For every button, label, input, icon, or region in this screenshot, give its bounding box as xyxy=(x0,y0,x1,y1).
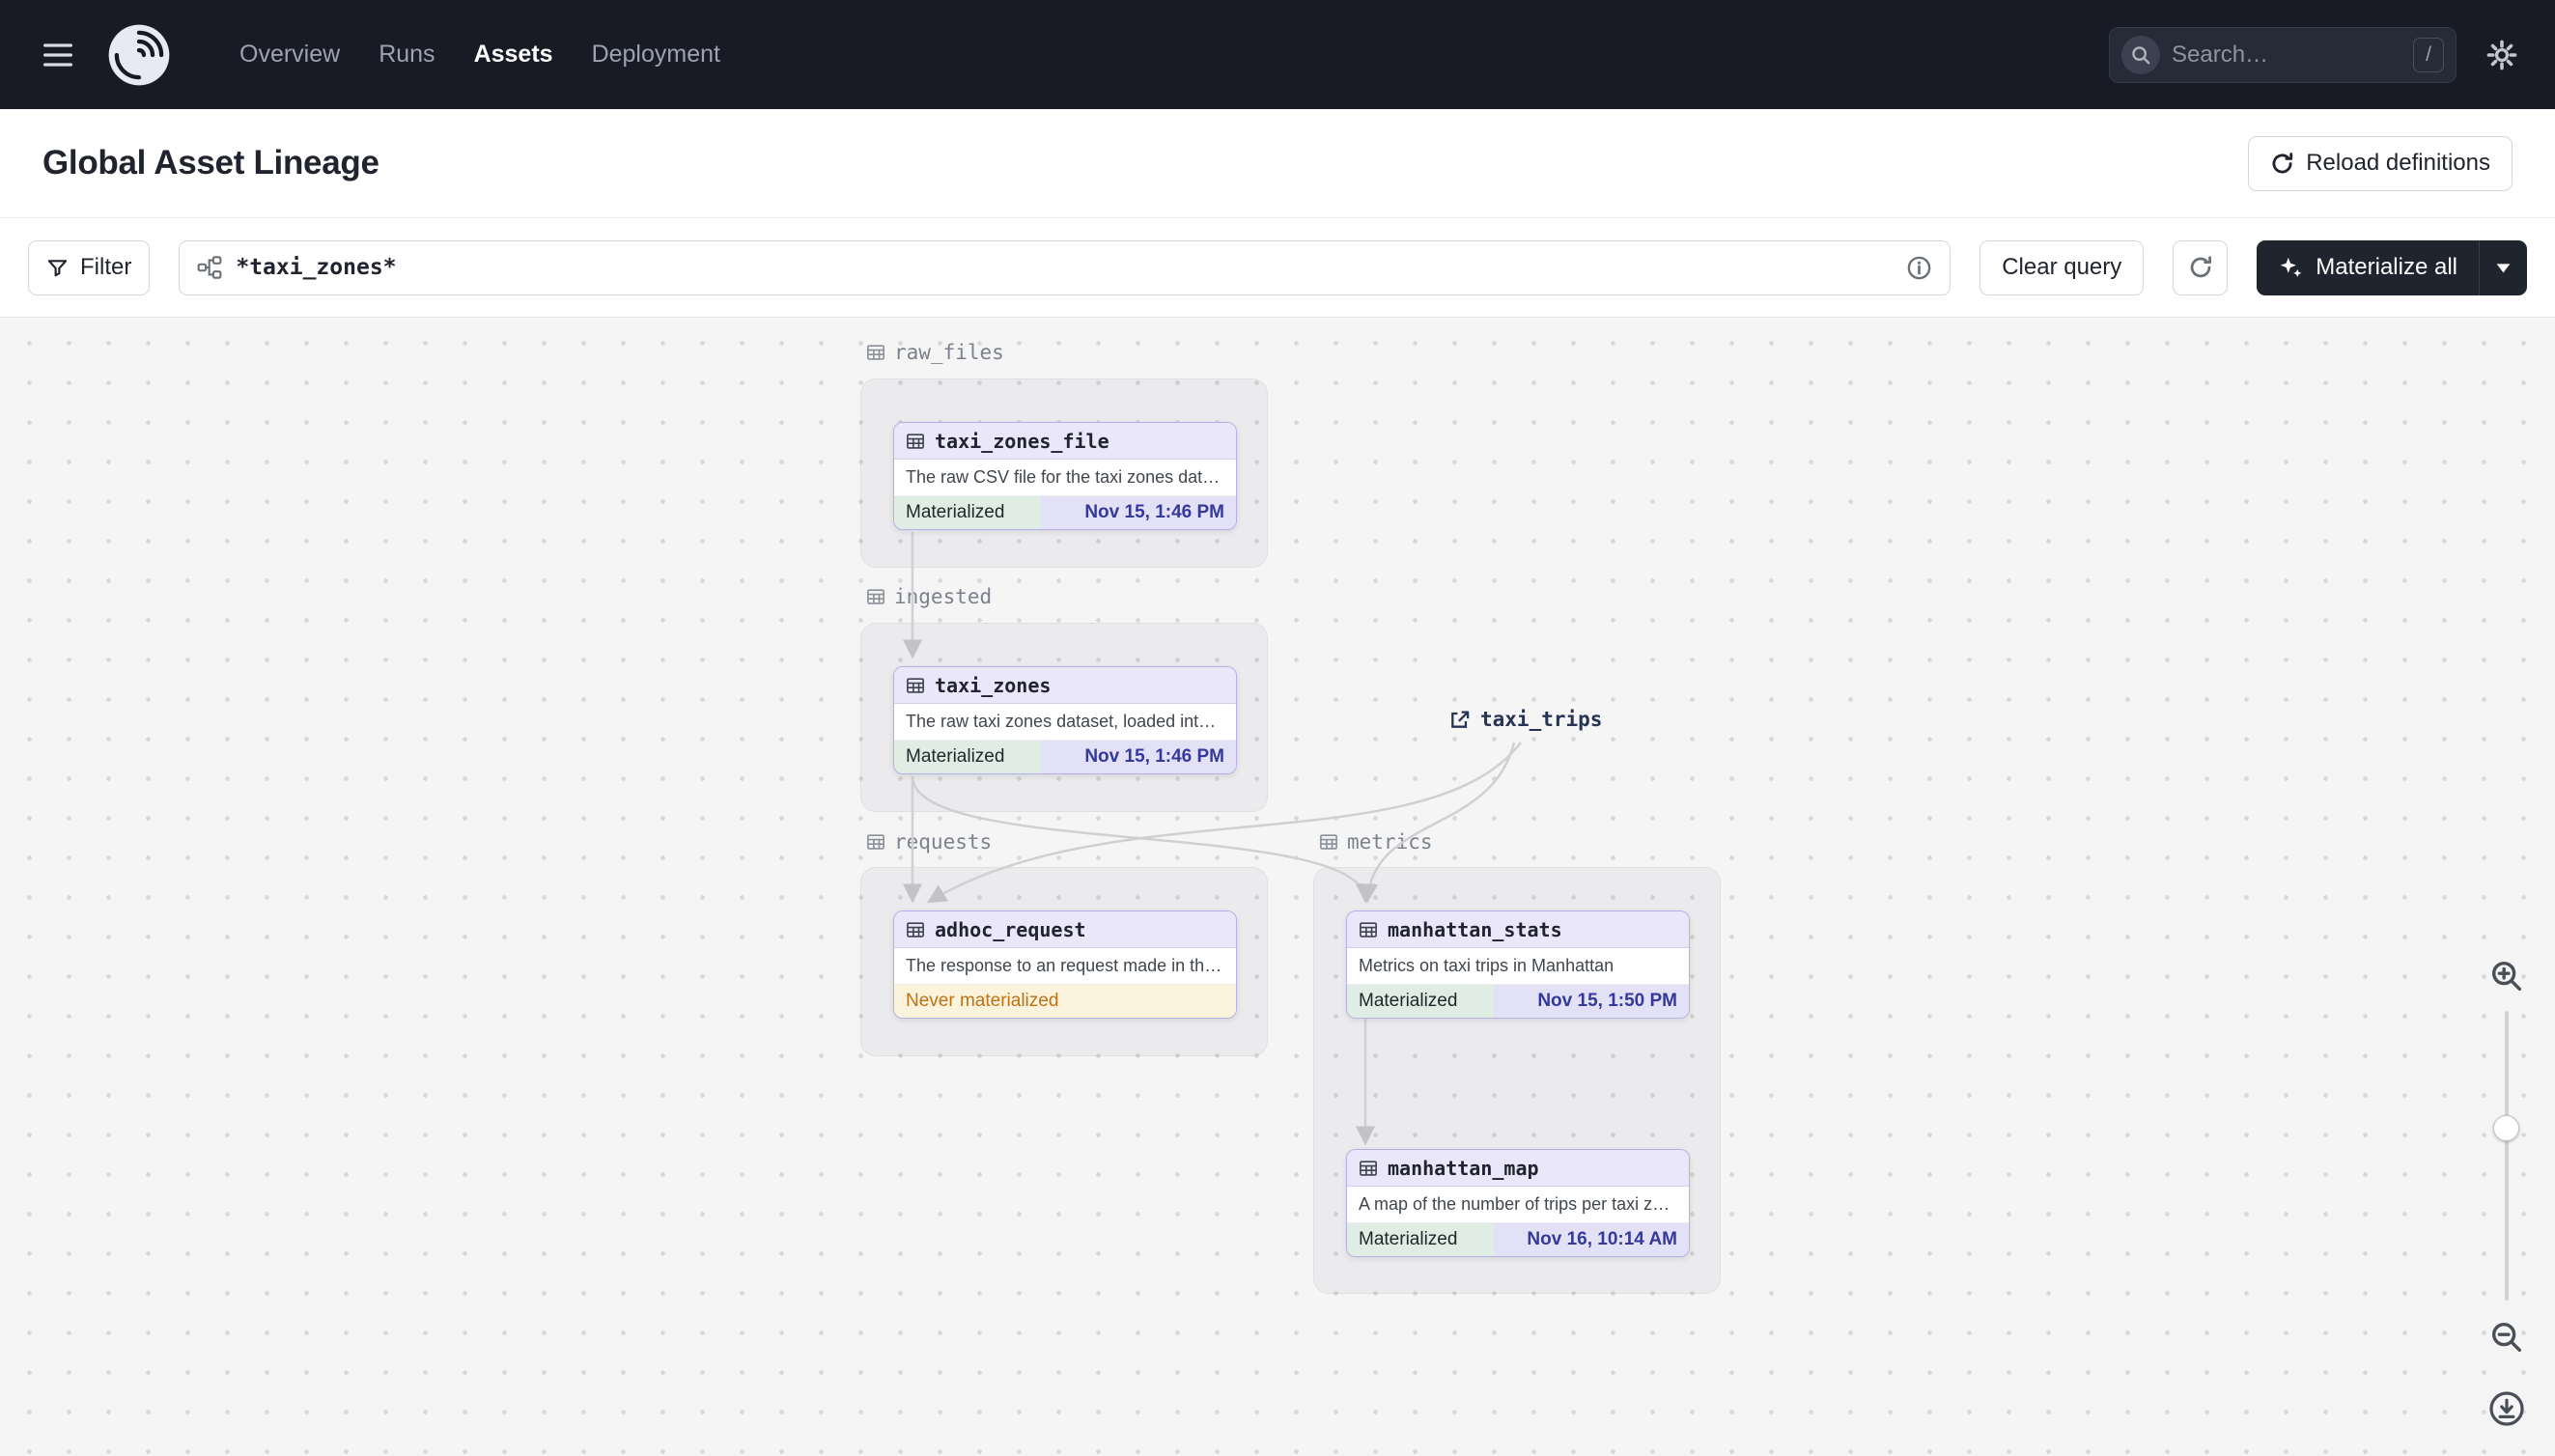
asset-node-header: manhattan_stats xyxy=(1347,911,1689,948)
asset-description: The response to an request made in th… xyxy=(906,956,1222,975)
table-icon xyxy=(866,832,885,852)
refresh-icon xyxy=(2270,152,2294,176)
filter-icon xyxy=(46,257,69,279)
asset-name: taxi_zones_file xyxy=(935,429,1109,453)
zoom-in-icon[interactable] xyxy=(2485,955,2528,997)
table-icon xyxy=(906,676,925,695)
table-icon xyxy=(866,587,885,606)
materialization-timestamp[interactable]: Nov 15, 1:46 PM xyxy=(1041,741,1236,773)
download-view-icon[interactable] xyxy=(2485,1387,2528,1430)
asset-node-header: taxi_zones_file xyxy=(894,423,1236,460)
status-badge: Materialized xyxy=(894,496,1042,529)
page-title: Global Asset Lineage xyxy=(42,144,379,182)
status-badge: Materialized xyxy=(1347,1223,1495,1256)
asset-description: The raw taxi zones dataset, loaded int… xyxy=(906,712,1217,731)
status-badge: Never materialized xyxy=(894,985,1236,1018)
reload-definitions-button[interactable]: Reload definitions xyxy=(2248,135,2513,191)
search-input[interactable] xyxy=(2172,41,2401,69)
group-label-raw-files[interactable]: raw_files xyxy=(866,341,1004,364)
nav-item-runs[interactable]: Runs xyxy=(379,41,435,69)
search-box[interactable]: / xyxy=(2109,26,2457,83)
sparkle-icon xyxy=(2278,255,2304,281)
group-name: ingested xyxy=(894,585,993,608)
materialize-all-label: Materialize all xyxy=(2316,254,2457,280)
asset-query-field[interactable] xyxy=(179,239,1951,295)
zoom-slider-thumb[interactable] xyxy=(2493,1115,2519,1141)
asset-description: Metrics on taxi trips in Manhattan xyxy=(1359,956,1614,975)
asset-node-manhattan-map[interactable]: manhattan_map A map of the number of tri… xyxy=(1346,1149,1690,1257)
asset-status-row: Never materialized xyxy=(894,984,1236,1018)
asset-name: adhoc_request xyxy=(935,917,1086,941)
info-icon[interactable] xyxy=(1906,255,1932,281)
app-root: Overview Runs Assets Deployment / Global… xyxy=(0,0,2555,1456)
asset-description: The raw CSV file for the taxi zones dat… xyxy=(906,467,1221,487)
group-label-requests[interactable]: requests xyxy=(866,830,992,854)
filter-button[interactable]: Filter xyxy=(28,239,151,295)
gear-icon[interactable] xyxy=(2485,39,2518,71)
lineage-edges xyxy=(903,532,1522,1146)
lineage-canvas[interactable]: raw_files ingested requests metrics taxi… xyxy=(0,318,2555,1456)
external-asset-taxi-trips[interactable]: taxi_trips xyxy=(1448,708,1602,731)
asset-query-input[interactable] xyxy=(236,255,1894,280)
search-icon xyxy=(2121,35,2160,74)
asset-node-header: taxi_zones xyxy=(894,667,1236,704)
asset-name: taxi_zones xyxy=(935,673,1052,697)
group-name: metrics xyxy=(1347,830,1433,854)
lineage-toolbar: Filter Clear query Materialize xyxy=(0,218,2555,318)
dagster-logo[interactable] xyxy=(106,22,172,88)
materialize-all-split-button: Materialize all xyxy=(2257,239,2527,295)
asset-node-manhattan-stats[interactable]: manhattan_stats Metrics on taxi trips in… xyxy=(1346,910,1690,1019)
nav-right: / xyxy=(2109,26,2518,83)
asset-node-header: manhattan_map xyxy=(1347,1150,1689,1187)
clear-query-button[interactable]: Clear query xyxy=(1979,239,2145,295)
clear-query-label: Clear query xyxy=(2002,254,2122,280)
filter-label: Filter xyxy=(80,254,132,280)
asset-name: manhattan_stats xyxy=(1388,917,1562,941)
nav-item-overview[interactable]: Overview xyxy=(239,41,340,69)
asset-status-row: Materialized Nov 15, 1:46 PM xyxy=(894,740,1236,773)
nav-item-deployment[interactable]: Deployment xyxy=(592,41,720,69)
materialize-all-button[interactable]: Materialize all xyxy=(2257,240,2479,295)
materialization-timestamp[interactable]: Nov 15, 1:46 PM xyxy=(1041,496,1236,529)
top-nav: Overview Runs Assets Deployment / xyxy=(0,0,2555,109)
group-label-ingested[interactable]: ingested xyxy=(866,585,992,608)
external-link-icon xyxy=(1448,709,1471,731)
group-name: requests xyxy=(894,830,993,854)
zoom-out-icon[interactable] xyxy=(2485,1316,2528,1358)
asset-node-adhoc-request[interactable]: adhoc_request The response to an request… xyxy=(893,910,1237,1019)
asset-node-header: adhoc_request xyxy=(894,911,1236,948)
asset-status-row: Materialized Nov 15, 1:50 PM xyxy=(1347,984,1689,1018)
materialization-timestamp[interactable]: Nov 15, 1:50 PM xyxy=(1494,985,1689,1018)
asset-status-row: Materialized Nov 15, 1:46 PM xyxy=(894,495,1236,529)
table-icon xyxy=(1359,920,1378,939)
asset-node-taxi-zones-file[interactable]: taxi_zones_file The raw CSV file for the… xyxy=(893,422,1237,530)
status-badge: Materialized xyxy=(1347,985,1495,1018)
reload-definitions-label: Reload definitions xyxy=(2306,150,2490,176)
nav-item-assets[interactable]: Assets xyxy=(474,41,553,69)
zoom-slider-track[interactable] xyxy=(2505,1011,2509,1301)
asset-name: manhattan_map xyxy=(1388,1156,1539,1180)
asset-status-row: Materialized Nov 16, 10:14 AM xyxy=(1347,1222,1689,1256)
table-icon xyxy=(866,343,885,362)
page-header: Global Asset Lineage Reload definitions xyxy=(0,109,2555,218)
refresh-graph-button[interactable] xyxy=(2173,239,2229,295)
external-asset-label: taxi_trips xyxy=(1480,708,1603,731)
main-nav: Overview Runs Assets Deployment xyxy=(239,41,720,69)
asset-graph-icon xyxy=(197,255,222,280)
hamburger-menu-icon[interactable] xyxy=(37,34,79,76)
materialization-timestamp[interactable]: Nov 16, 10:14 AM xyxy=(1494,1223,1689,1256)
asset-node-taxi-zones[interactable]: taxi_zones The raw taxi zones dataset, l… xyxy=(893,666,1237,774)
materialize-options-caret[interactable] xyxy=(2479,239,2527,295)
group-label-metrics[interactable]: metrics xyxy=(1319,830,1433,854)
table-icon xyxy=(906,432,925,451)
table-icon xyxy=(906,920,925,939)
table-icon xyxy=(1319,832,1338,852)
refresh-icon xyxy=(2188,255,2213,280)
chevron-down-icon xyxy=(2495,263,2512,273)
status-badge: Materialized xyxy=(894,741,1042,773)
group-name: raw_files xyxy=(894,341,1004,364)
search-shortcut-badge: / xyxy=(2413,37,2444,72)
asset-description: A map of the number of trips per taxi z… xyxy=(1359,1194,1671,1214)
table-icon xyxy=(1359,1159,1378,1178)
